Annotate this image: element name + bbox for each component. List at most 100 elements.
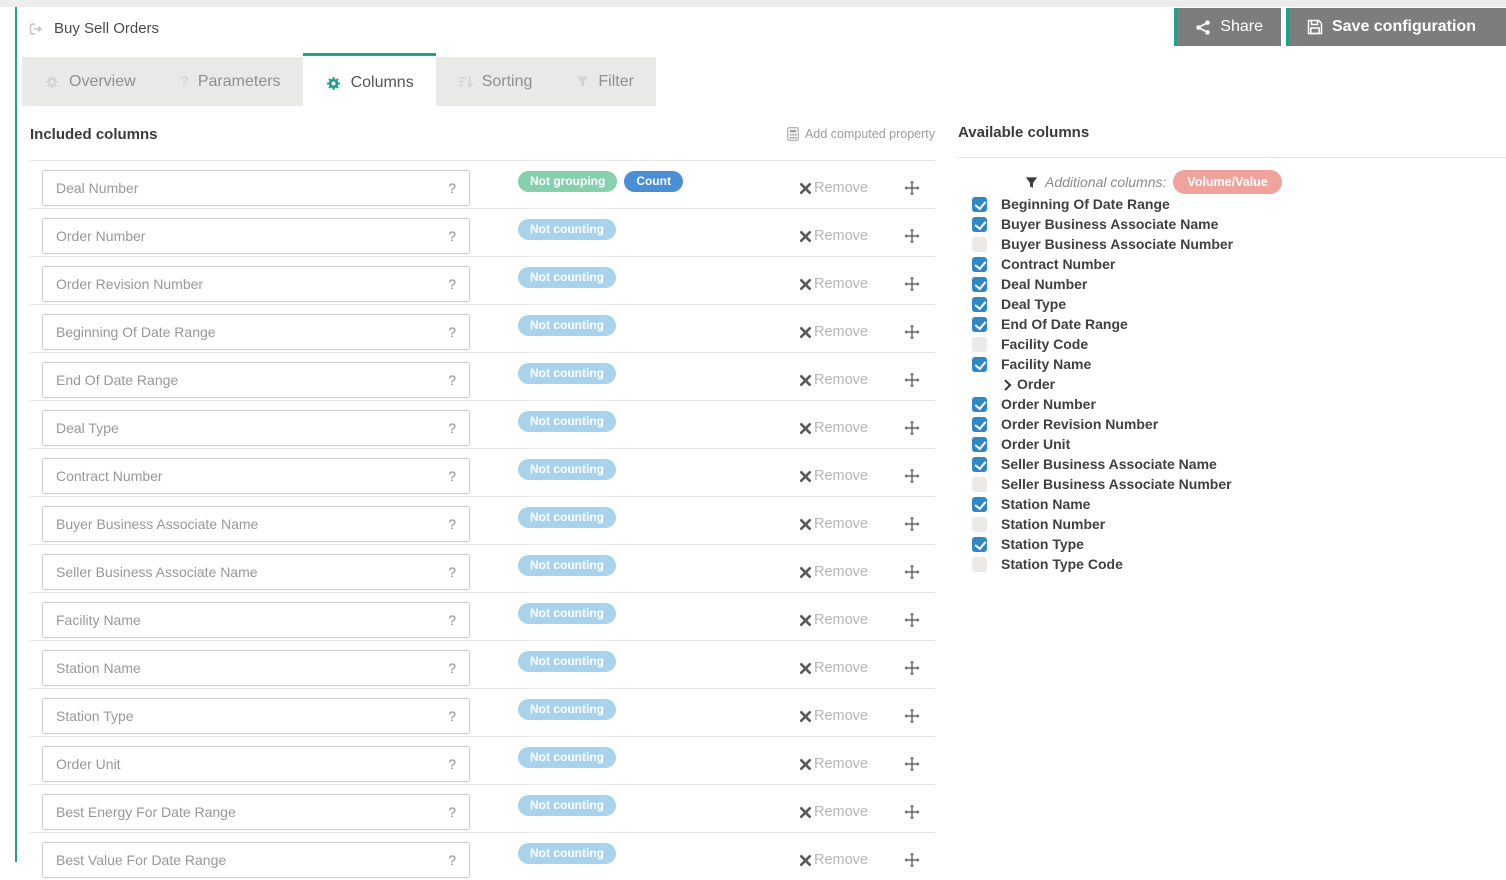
checkbox-checked-icon[interactable] [972, 297, 987, 312]
available-column-item[interactable]: Beginning Of Date Range [972, 194, 1506, 214]
count-badge[interactable]: Count [624, 171, 683, 192]
checkbox-checked-icon[interactable] [972, 197, 987, 212]
available-column-item[interactable]: Station Type [972, 534, 1506, 554]
column-field[interactable]: Contract Number ? [42, 458, 470, 494]
counting-badge[interactable]: Not counting [518, 747, 616, 768]
move-handle-icon[interactable] [904, 170, 920, 206]
counting-badge[interactable]: Not counting [518, 267, 616, 288]
checkbox-unchecked-icon[interactable] [972, 557, 987, 572]
counting-badge[interactable]: Not counting [518, 651, 616, 672]
checkbox-checked-icon[interactable] [972, 277, 987, 292]
help-icon[interactable]: ? [448, 420, 456, 436]
checkbox-checked-icon[interactable] [972, 217, 987, 232]
tab-sorting[interactable]: Sorting [436, 57, 555, 106]
available-column-item[interactable]: Facility Code [972, 334, 1506, 354]
move-handle-icon[interactable] [904, 314, 920, 350]
available-column-item[interactable]: Deal Number [972, 274, 1506, 294]
counting-badge[interactable]: Not counting [518, 363, 616, 384]
column-field[interactable]: Order Revision Number ? [42, 266, 470, 302]
help-icon[interactable]: ? [448, 180, 456, 196]
tab-columns[interactable]: Columns [303, 53, 436, 110]
tab-parameters[interactable]: ? Parameters [158, 57, 303, 106]
counting-badge[interactable]: Not counting [518, 555, 616, 576]
available-column-item[interactable]: Contract Number [972, 254, 1506, 274]
available-column-item[interactable]: Station Number [972, 514, 1506, 534]
remove-button[interactable]: Remove [800, 266, 868, 302]
available-column-item[interactable]: Seller Business Associate Number [972, 474, 1506, 494]
remove-button[interactable]: Remove [800, 842, 868, 878]
available-column-item[interactable]: Order Unit [972, 434, 1506, 454]
counting-badge[interactable]: Not counting [518, 699, 616, 720]
move-handle-icon[interactable] [904, 650, 920, 686]
remove-button[interactable]: Remove [800, 650, 868, 686]
help-icon[interactable]: ? [448, 228, 456, 244]
remove-button[interactable]: Remove [800, 362, 868, 398]
help-icon[interactable]: ? [448, 468, 456, 484]
available-column-item[interactable]: Order [972, 374, 1506, 394]
available-column-item[interactable]: Station Type Code [972, 554, 1506, 574]
counting-badge[interactable]: Not counting [518, 219, 616, 240]
checkbox-checked-icon[interactable] [972, 317, 987, 332]
remove-button[interactable]: Remove [800, 506, 868, 542]
move-handle-icon[interactable] [904, 362, 920, 398]
available-column-item[interactable]: Buyer Business Associate Number [972, 234, 1506, 254]
checkbox-unchecked-icon[interactable] [972, 337, 987, 352]
help-icon[interactable]: ? [448, 660, 456, 676]
available-column-item[interactable]: End Of Date Range [972, 314, 1506, 334]
grouping-badge[interactable]: Not grouping [518, 171, 617, 192]
column-field[interactable]: Beginning Of Date Range ? [42, 314, 470, 350]
move-handle-icon[interactable] [904, 266, 920, 302]
move-handle-icon[interactable] [904, 554, 920, 590]
available-column-item[interactable]: Facility Name [972, 354, 1506, 374]
remove-button[interactable]: Remove [800, 458, 868, 494]
checkbox-unchecked-icon[interactable] [972, 477, 987, 492]
tab-filter[interactable]: Filter [554, 57, 656, 106]
help-icon[interactable]: ? [448, 804, 456, 820]
share-button[interactable]: Share [1174, 8, 1281, 46]
move-handle-icon[interactable] [904, 218, 920, 254]
counting-badge[interactable]: Not counting [518, 315, 616, 336]
help-icon[interactable]: ? [448, 708, 456, 724]
remove-button[interactable]: Remove [800, 602, 868, 638]
checkbox-checked-icon[interactable] [972, 417, 987, 432]
checkbox-checked-icon[interactable] [972, 497, 987, 512]
remove-button[interactable]: Remove [800, 410, 868, 446]
checkbox-checked-icon[interactable] [972, 257, 987, 272]
remove-button[interactable]: Remove [800, 218, 868, 254]
column-field[interactable]: Station Type ? [42, 698, 470, 734]
help-icon[interactable]: ? [448, 564, 456, 580]
available-column-item[interactable]: Buyer Business Associate Name [972, 214, 1506, 234]
move-handle-icon[interactable] [904, 698, 920, 734]
tab-overview[interactable]: Overview [22, 57, 158, 106]
chevron-right-icon[interactable] [1002, 380, 1010, 388]
column-field[interactable]: Buyer Business Associate Name ? [42, 506, 470, 542]
help-icon[interactable]: ? [448, 324, 456, 340]
column-field[interactable]: Facility Name ? [42, 602, 470, 638]
save-configuration-button[interactable]: Save configuration [1286, 8, 1506, 46]
counting-badge[interactable]: Not counting [518, 795, 616, 816]
help-icon[interactable]: ? [448, 276, 456, 292]
remove-button[interactable]: Remove [800, 170, 868, 206]
checkbox-checked-icon[interactable] [972, 537, 987, 552]
help-icon[interactable]: ? [448, 852, 456, 868]
remove-button[interactable]: Remove [800, 794, 868, 830]
checkbox-checked-icon[interactable] [972, 457, 987, 472]
counting-badge[interactable]: Not counting [518, 603, 616, 624]
help-icon[interactable]: ? [448, 612, 456, 628]
help-icon[interactable]: ? [448, 516, 456, 532]
counting-badge[interactable]: Not counting [518, 843, 616, 864]
available-column-item[interactable]: Station Name [972, 494, 1506, 514]
move-handle-icon[interactable] [904, 410, 920, 446]
volume-value-badge[interactable]: Volume/Value [1173, 170, 1281, 194]
checkbox-checked-icon[interactable] [972, 357, 987, 372]
move-handle-icon[interactable] [904, 602, 920, 638]
add-computed-property-button[interactable]: Add computed property [787, 127, 935, 141]
available-column-item[interactable]: Seller Business Associate Name [972, 454, 1506, 474]
counting-badge[interactable]: Not counting [518, 459, 616, 480]
column-field[interactable]: Best Value For Date Range ? [42, 842, 470, 878]
available-column-item[interactable]: Order Number [972, 394, 1506, 414]
column-field[interactable]: Station Name ? [42, 650, 470, 686]
column-field[interactable]: Best Energy For Date Range ? [42, 794, 470, 830]
move-handle-icon[interactable] [904, 506, 920, 542]
column-field[interactable]: Seller Business Associate Name ? [42, 554, 470, 590]
